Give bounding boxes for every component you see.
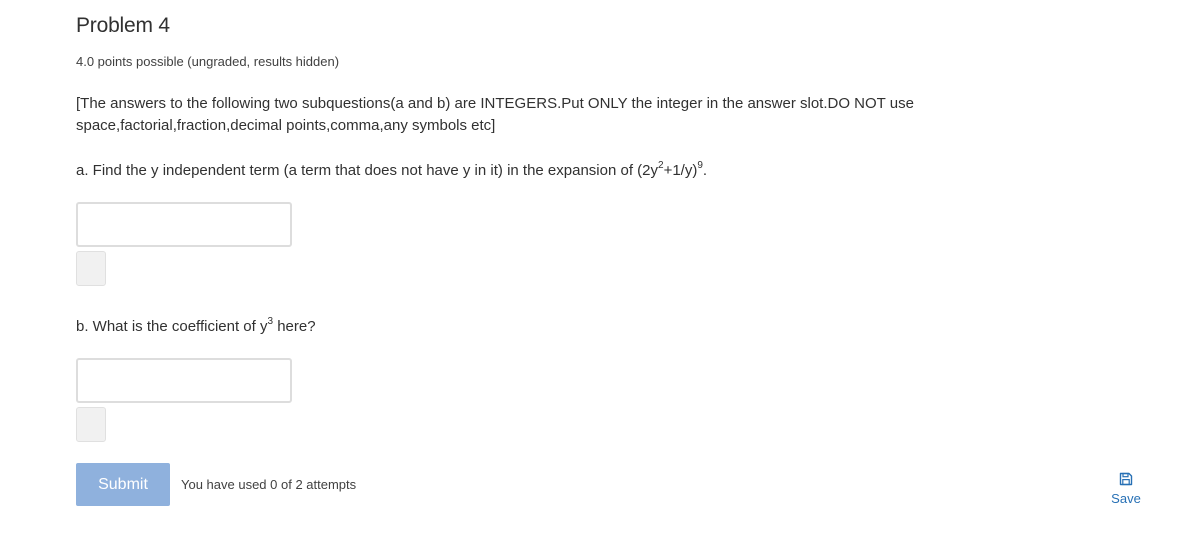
question-a-text-end: . <box>702 162 708 179</box>
attempts-text: You have used 0 of 2 attempts <box>181 477 357 492</box>
instructions-text: [The answers to the following two subque… <box>76 95 914 134</box>
problem-block: Problem 4 4.0 points possible (ungraded,… <box>76 12 1136 506</box>
question-a-exponent-1: 2 <box>658 160 664 171</box>
question-a-text: a. Find the y independent term (a term t… <box>76 162 658 179</box>
save-button[interactable]: Save <box>1104 472 1148 510</box>
problem-title: Problem 4 <box>76 14 170 37</box>
submit-button[interactable]: Submit <box>76 463 170 506</box>
answer-a-input[interactable] <box>76 202 292 247</box>
question-a-text-middle: +1/y) <box>663 162 698 179</box>
question-b-text: b. What is the coefficient of y <box>76 318 268 335</box>
answer-a-status <box>76 251 106 286</box>
question-a: a. Find the y independent term (a term t… <box>76 160 1136 182</box>
question-b-exponent: 3 <box>267 316 274 327</box>
points-info: 4.0 points possible (ungraded, results h… <box>76 54 340 69</box>
question-b: b. What is the coefficient of y3 here? <box>76 316 1136 338</box>
floppy-disk-icon <box>1119 472 1133 486</box>
answer-b-status <box>76 407 106 442</box>
answer-b-input[interactable] <box>76 358 292 403</box>
save-label: Save <box>1111 491 1141 506</box>
question-b-text-end: here? <box>273 318 316 335</box>
question-a-exponent-2: 9 <box>697 160 703 171</box>
action-row: Submit You have used 0 of 2 attempts <box>76 463 1136 506</box>
